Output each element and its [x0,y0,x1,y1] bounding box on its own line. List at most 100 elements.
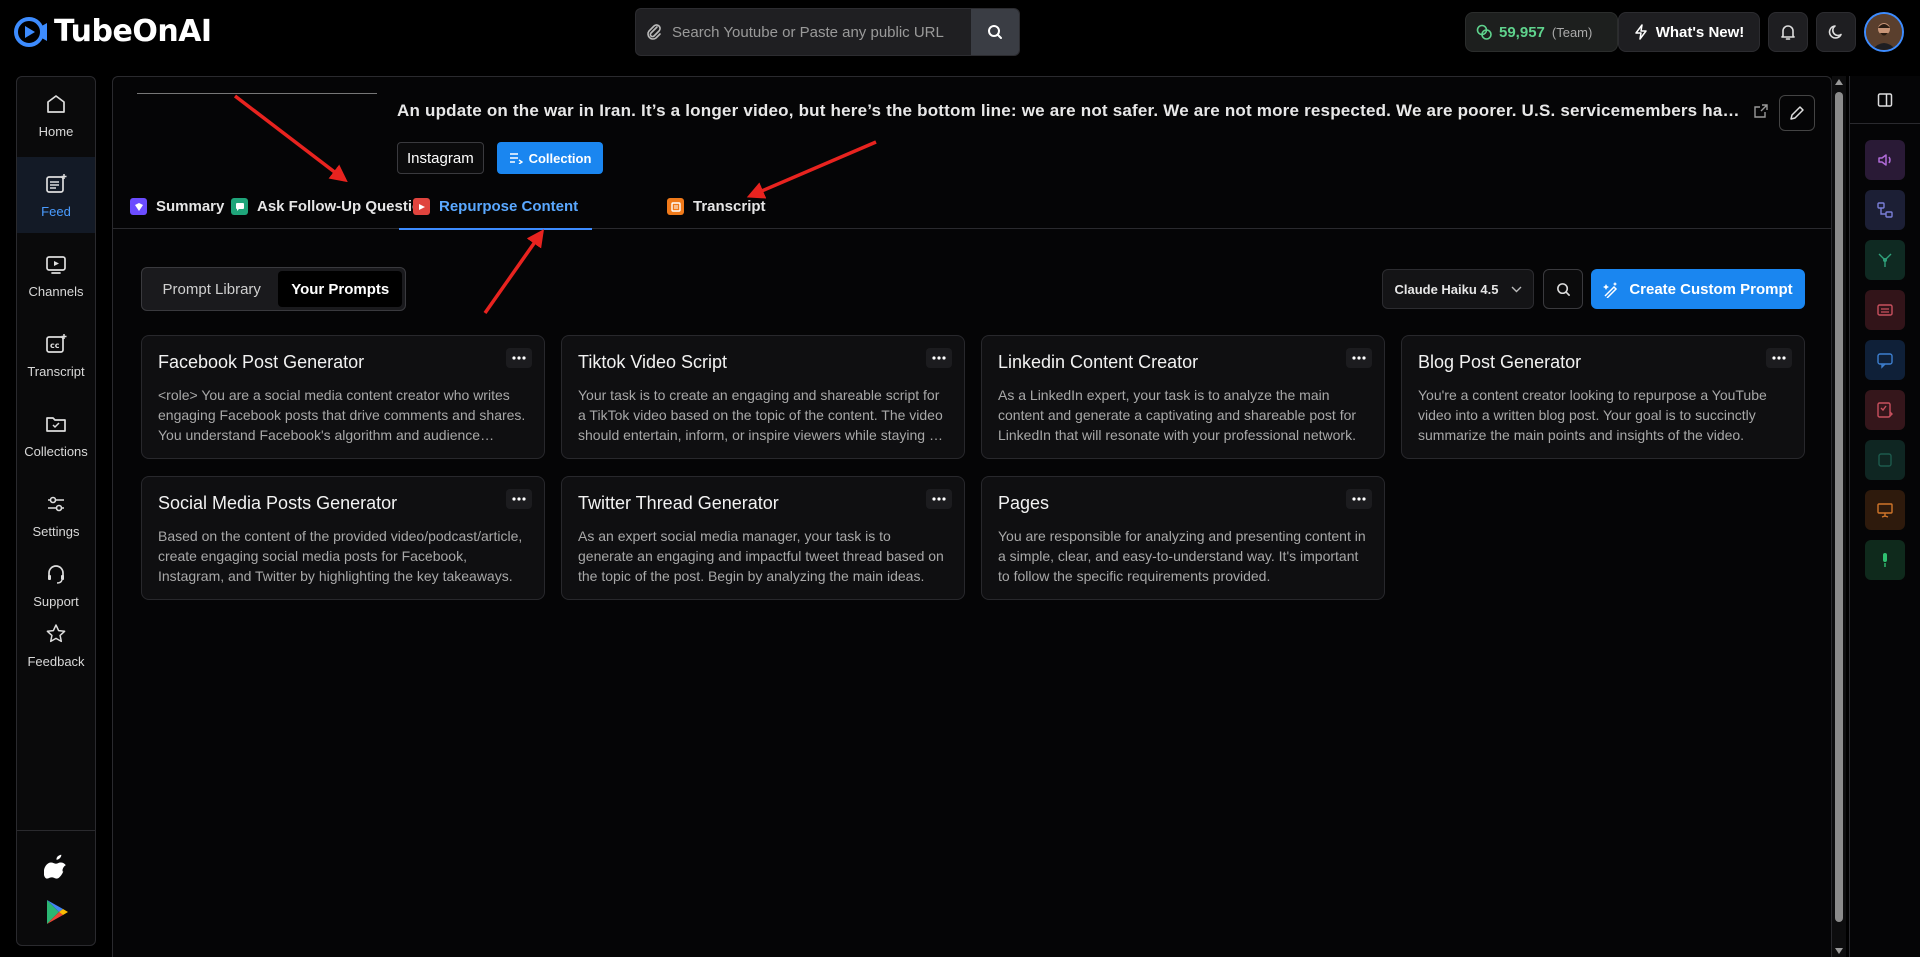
mindmap-icon [1878,253,1892,267]
platform-tag[interactable]: Instagram [397,142,484,174]
whats-new-button[interactable]: What's New! [1618,12,1760,52]
search-bar [635,8,1020,56]
sidebar-item-label: Feed [41,203,71,219]
sidebar-item-settings[interactable]: Settings [17,477,95,553]
sidebar-item-label: Feedback [27,653,85,669]
prompt-card-title: Facebook Post Generator [158,352,365,372]
tab-label: Repurpose Content [439,198,579,215]
tool-chat-button[interactable] [1865,340,1905,380]
collection-button[interactable]: Collection [497,142,603,174]
brand-name: TubeOnAI [54,14,212,49]
panel-toggle-button[interactable] [1850,76,1920,124]
tool-microphone-button[interactable] [1865,540,1905,580]
prompt-card[interactable]: Blog Post Generator You're a content cre… [1401,335,1805,459]
scrollbar-thumb[interactable] [1835,92,1843,922]
theme-toggle-button[interactable] [1816,12,1856,52]
sidebar-item-home[interactable]: Home [17,77,95,153]
sidebar-item-transcript[interactable]: cc Transcript [17,317,95,393]
tab-summary[interactable]: Summary [130,184,224,229]
tool-slides-button[interactable] [1865,290,1905,330]
right-tool-rail [1849,76,1920,957]
scrollbar[interactable] [1832,76,1846,957]
transcript-icon [667,198,684,215]
logo[interactable]: TubeOnAI [14,14,212,49]
sidebar: Home Feed Channels cc Transcript Collect… [16,76,96,946]
more-options-icon[interactable] [926,489,952,509]
prompt-card-title: Tiktok Video Script [578,352,728,372]
credits-label: (Team) [1551,24,1593,40]
sidebar-item-feedback[interactable]: Feedback [17,607,95,683]
chat-bubble-icon [1877,353,1893,369]
apple-icon [43,854,66,879]
sidebar-item-label: Home [38,123,74,139]
prompt-card-title: Linkedin Content Creator [998,352,1199,372]
chevron-down-icon [1511,286,1522,292]
tool-quiz-button[interactable] [1865,390,1905,430]
flowchart-icon [1877,202,1893,218]
credits-value: 59,957 [1499,23,1545,41]
prompt-card[interactable]: Facebook Post Generator <role> You are a… [141,335,545,459]
more-options-icon[interactable] [1346,489,1372,509]
prompt-source-toggle: Prompt Library Your Prompts [141,267,406,311]
google-play-link[interactable] [45,899,69,930]
more-options-icon[interactable] [1346,348,1372,368]
tool-presentation-button[interactable] [1865,490,1905,530]
avatar[interactable] [1864,12,1904,52]
star-icon [46,623,66,642]
chat-icon [231,198,248,215]
feed-icon [46,173,67,193]
prompt-card[interactable]: Twitter Thread Generator As an expert so… [561,476,965,600]
tool-audio-button[interactable] [1865,140,1905,180]
video-title: An update on the war in Iran. It’s a lon… [397,101,1747,120]
create-custom-prompt-button[interactable]: Create Custom Prompt [1591,269,1805,309]
sidebar-item-label: Channels [28,283,84,299]
sidebar-divider [17,830,95,831]
prompt-card[interactable]: Linkedin Content Creator As a LinkedIn e… [981,335,1385,459]
credits-badge[interactable]: 59,957 (Team) [1465,12,1618,52]
logo-play-icon [14,16,47,47]
tab-repurpose-content[interactable]: Repurpose Content [398,184,593,230]
sidebar-item-label: Transcript [27,363,85,379]
prompt-card-title: Twitter Thread Generator [578,493,779,513]
video-thumbnail [137,93,377,94]
search-input[interactable] [672,23,971,41]
prompt-card[interactable]: Tiktok Video Script Your task is to crea… [561,335,965,459]
your-prompts-tab[interactable]: Your Prompts [278,271,402,307]
sidebar-item-channels[interactable]: Channels [17,237,95,313]
scroll-up-arrow-icon[interactable] [1835,79,1843,85]
notifications-button[interactable] [1768,12,1808,52]
search-button[interactable] [971,9,1019,55]
prompt-card-description: As a LinkedIn expert, your task is to an… [998,387,1357,443]
paperclip-icon[interactable] [636,23,672,41]
tool-flowchart-button[interactable] [1865,190,1905,230]
tool-mindmap-button[interactable] [1865,240,1905,280]
more-options-icon[interactable] [506,489,532,509]
prompt-card[interactable]: Social Media Posts Generator Based on th… [141,476,545,600]
external-link-icon[interactable] [1754,104,1768,123]
magic-pen-icon [1603,281,1618,298]
tab-bar: Summary Ask Follow-Up Question Repurpose… [113,184,1831,230]
tab-ask-follow-up[interactable]: Ask Follow-Up Question [231,184,430,229]
tab-transcript[interactable]: Transcript [667,184,766,229]
prompt-card-description: You are responsible for analyzing and pr… [998,528,1366,584]
summary-icon [130,198,147,215]
prompt-library-tab[interactable]: Prompt Library [145,271,278,307]
edit-button[interactable] [1779,95,1815,131]
scroll-down-arrow-icon[interactable] [1835,948,1843,954]
main-panel: An update on the war in Iran. It’s a lon… [112,76,1832,957]
sidebar-toggle-icon [1877,92,1893,107]
sidebar-item-collections[interactable]: Collections [17,397,95,473]
prompt-card[interactable]: Pages You are responsible for analyzing … [981,476,1385,600]
more-options-icon[interactable] [1766,348,1792,368]
prompt-card-description: Based on the content of the provided vid… [158,528,523,584]
more-options-icon[interactable] [506,348,532,368]
more-options-icon[interactable] [926,348,952,368]
repurpose-icon [413,198,430,215]
moon-icon [1828,25,1842,39]
prompt-search-button[interactable] [1543,269,1583,309]
tool-notes-button[interactable] [1865,440,1905,480]
presentation-icon [1877,503,1893,518]
sidebar-item-feed[interactable]: Feed [17,157,95,233]
model-select[interactable]: Claude Haiku 4.5 [1382,269,1534,309]
apple-app-link[interactable] [43,853,68,884]
